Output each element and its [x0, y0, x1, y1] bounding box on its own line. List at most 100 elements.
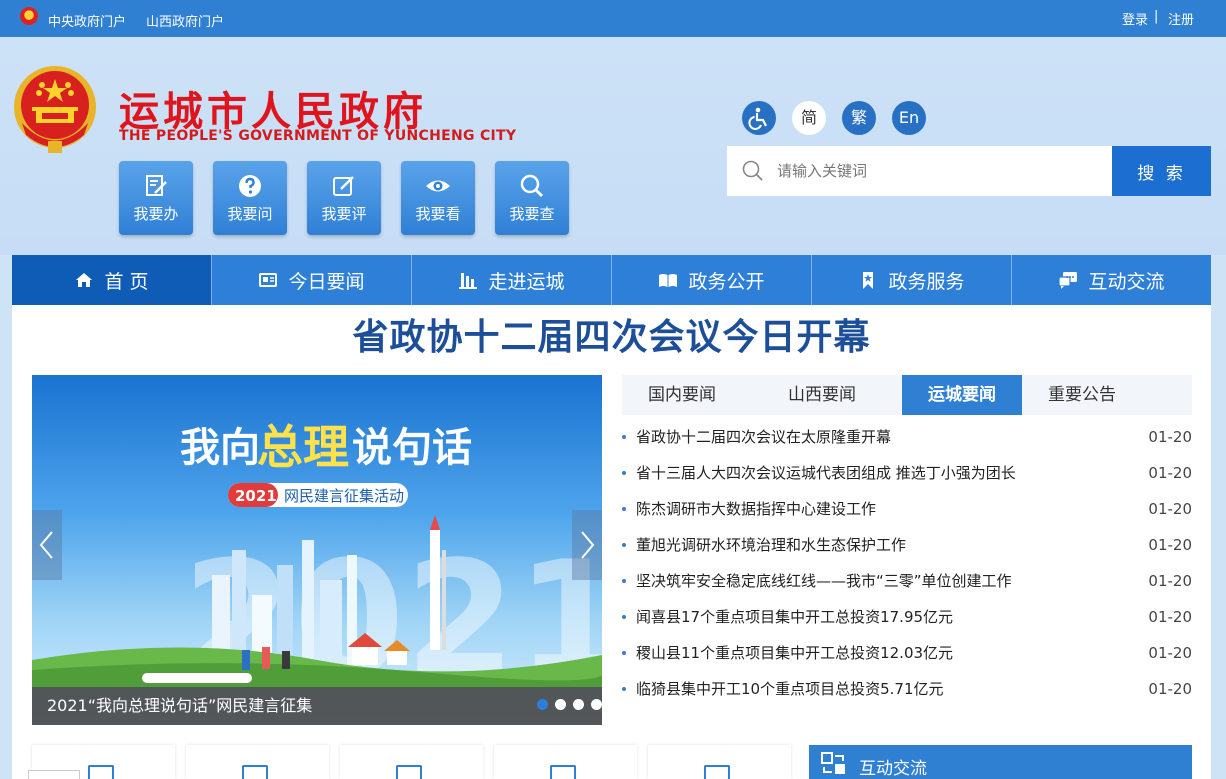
service-card[interactable]	[340, 745, 483, 779]
news-title[interactable]: 坚决筑牢安全稳定底线红线——我市“三零”单位创建工作	[636, 563, 1056, 599]
central-gov-link[interactable]: 中央政府门户	[48, 11, 126, 30]
news-item[interactable]: 董旭光调研水环境治理和水生态保护工作 01-20	[622, 527, 1192, 563]
search-input[interactable]	[777, 160, 1097, 182]
news-list: 省政协十二届四次会议在太原隆重开幕 01-20 省十三届人大四次会议运城代表团组成 …	[622, 419, 1192, 707]
news-date: 01-20	[1148, 680, 1192, 698]
nav-item-services[interactable]: 政务服务	[811, 255, 1011, 305]
carousel-dot[interactable]	[591, 699, 602, 710]
carousel-dot[interactable]	[555, 699, 566, 710]
carousel-next-button[interactable]	[572, 510, 602, 580]
news-item[interactable]: 临猗县集中开工10个重点项目总投资5.71亿元 01-20	[622, 671, 1192, 707]
news-icon	[259, 273, 278, 287]
nav-item-open-gov[interactable]: 政务公开	[611, 255, 811, 305]
service-card[interactable]	[494, 745, 637, 779]
nav-label: 今日要闻	[288, 270, 365, 293]
news-title[interactable]: 稷山县11个重点项目集中开工总投资12.03亿元	[636, 635, 1056, 671]
headline[interactable]: 省政协十二届四次会议今日开幕	[12, 308, 1211, 360]
accessibility-button[interactable]	[742, 101, 776, 135]
news-title[interactable]: 陈杰调研市大数据指挥中心建设工作	[636, 491, 1056, 527]
tab-0[interactable]: 国内要闻	[622, 375, 742, 415]
traditional-chinese-button[interactable]: 繁	[842, 101, 876, 135]
card-icon	[88, 765, 114, 779]
tab-1[interactable]: 山西要闻	[762, 375, 882, 415]
news-date: 01-20	[1148, 608, 1192, 626]
news-item[interactable]: 陈杰调研市大数据指挥中心建设工作 01-20	[622, 491, 1192, 527]
news-title[interactable]: 省政协十二届四次会议在太原隆重开幕	[636, 419, 1056, 455]
banner-title-a: 我向	[180, 425, 260, 471]
news-date: 01-20	[1148, 464, 1192, 482]
news-item[interactable]: 省十三届人大四次会议运城代表团组成 推选丁小强为团长 01-20	[622, 455, 1192, 491]
carousel-caption[interactable]: 2021“我向总理说句话”网民建言征集	[32, 687, 602, 725]
news-item[interactable]: 坚决筑牢安全稳定底线红线——我市“三零”单位创建工作 01-20	[622, 563, 1192, 599]
quick-button-ping[interactable]: 我要评	[307, 161, 381, 235]
search-box	[727, 146, 1112, 196]
chevron-right-icon	[581, 531, 595, 559]
carousel-dot[interactable]	[573, 699, 584, 710]
book-icon	[659, 274, 678, 287]
news-item[interactable]: 省政协十二届四次会议在太原隆重开幕 01-20	[622, 419, 1192, 455]
carousel-dots	[537, 699, 602, 710]
quick-button-label: 我要评	[321, 205, 367, 223]
quick-button-label: 我要看	[415, 205, 461, 223]
card-icon	[396, 765, 422, 779]
quick-button-kan[interactable]: 我要看	[401, 161, 475, 235]
top-bar: 中央政府门户 山西政府门户 登录 | 注册	[0, 0, 1226, 37]
register-link[interactable]: 注册	[1168, 9, 1194, 28]
carousel-dot[interactable]	[537, 699, 548, 710]
banner-title-b: 总理	[257, 420, 349, 474]
main-nav: 首 页 今日要闻 走进运城 政务公开 政务服务 互动交流	[12, 255, 1211, 305]
banner-badge-text: 网民建言征集活动	[284, 487, 404, 505]
news-date: 01-20	[1148, 428, 1192, 446]
login-link[interactable]: 登录	[1122, 9, 1148, 28]
search-button[interactable]: 搜 索	[1112, 146, 1211, 196]
quick-button-label: 我要办	[133, 205, 179, 223]
pencil-square-icon	[333, 176, 354, 196]
nav-label: 政务公开	[688, 270, 765, 293]
wheelchair-icon	[748, 107, 767, 130]
chat-icon	[1058, 272, 1078, 289]
bookmark-icon	[863, 272, 874, 289]
nav-item-home[interactable]: 首 页	[12, 255, 211, 305]
tab-3[interactable]: 重要公告	[1022, 375, 1142, 415]
quick-button-label: 我要查	[509, 205, 555, 223]
card-icon	[242, 765, 268, 779]
carousel-prev-button[interactable]	[32, 510, 62, 580]
exchange-icon	[821, 752, 845, 774]
interaction-section-header[interactable]: 互动交流	[809, 745, 1192, 779]
site-subtitle: THE PEOPLE'S GOVERNMENT OF YUNCHENG CITY	[119, 128, 517, 144]
nav-item-about[interactable]: 走进运城	[411, 255, 611, 305]
news-title[interactable]: 省十三届人大四次会议运城代表团组成 推选丁小强为团长	[636, 455, 1056, 491]
separator: |	[1154, 9, 1159, 24]
simplified-chinese-button[interactable]: 简	[792, 101, 826, 135]
quick-button-ban[interactable]: 我要办	[119, 161, 193, 235]
card-icon	[704, 765, 730, 779]
news-item[interactable]: 稷山县11个重点项目集中开工总投资12.03亿元 01-20	[622, 635, 1192, 671]
government-emblem-icon[interactable]	[12, 63, 98, 155]
news-title[interactable]: 董旭光调研水环境治理和水生态保护工作	[636, 527, 1056, 563]
service-card[interactable]	[648, 745, 791, 779]
english-button[interactable]: En	[892, 101, 926, 135]
building-icon	[459, 273, 478, 289]
news-item[interactable]: 闻喜县17个重点项目集中开工总投资17.95亿元 01-20	[622, 599, 1192, 635]
card-icon	[550, 765, 576, 779]
service-card[interactable]	[186, 745, 329, 779]
eye-icon	[426, 180, 450, 192]
news-date: 01-20	[1148, 500, 1192, 518]
banner-carousel[interactable]: 我向 总理 说句话 2021 网民建言征集活动 2021 2021“我向总理说句…	[32, 375, 602, 725]
news-title[interactable]: 临猗县集中开工10个重点项目总投资5.71亿元	[636, 671, 1056, 707]
edit-doc-icon	[146, 175, 167, 196]
nav-item-interaction[interactable]: 互动交流	[1011, 255, 1211, 305]
shanxi-gov-link[interactable]: 山西政府门户	[146, 11, 224, 30]
news-date: 01-20	[1148, 644, 1192, 662]
quick-button-wen[interactable]: 我要问	[213, 161, 287, 235]
nav-label: 互动交流	[1088, 270, 1165, 293]
floating-tab[interactable]	[28, 770, 80, 779]
home-icon	[76, 273, 93, 287]
nav-label: 政务服务	[888, 270, 965, 293]
nav-item-news[interactable]: 今日要闻	[211, 255, 411, 305]
site-header: 运城市人民政府 THE PEOPLE'S GOVERNMENT OF YUNCH…	[0, 37, 1226, 255]
national-emblem-icon	[20, 7, 38, 25]
tab-2[interactable]: 运城要闻	[902, 375, 1022, 415]
quick-button-cha[interactable]: 我要查	[495, 161, 569, 235]
news-title[interactable]: 闻喜县17个重点项目集中开工总投资17.95亿元	[636, 599, 1056, 635]
